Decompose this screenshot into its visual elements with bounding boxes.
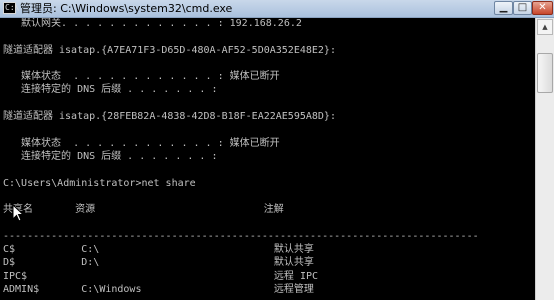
console-line: 隧道适配器 isatap.{28FEB82A-4838-42D8-B18F-EA…: [3, 111, 336, 123]
vertical-scrollbar[interactable]: ▲: [535, 18, 554, 300]
share-table-row: IPC$ 远程 IPC: [3, 270, 319, 282]
scroll-thumb[interactable]: [537, 53, 553, 93]
title-bar[interactable]: C:\ 管理员: C:\Windows\system32\cmd.exe ▁ □…: [0, 0, 554, 18]
console-line: 连接特定的 DNS 后缀 . . . . . . . :: [3, 84, 218, 96]
share-table-header: 共享名 资源 注解: [3, 204, 284, 216]
console-line: 媒体状态 . . . . . . . . . . . . : 媒体已断开: [3, 71, 280, 83]
console-line: 媒体状态 . . . . . . . . . . . . : 媒体已断开: [3, 137, 280, 149]
share-table-row: D$ D:\ 默认共享: [3, 257, 314, 269]
arrow-up-icon: ▲: [542, 23, 548, 31]
window-title: 管理员: C:\Windows\system32\cmd.exe: [20, 2, 233, 15]
maximize-button[interactable]: □: [513, 1, 532, 15]
scroll-up-button[interactable]: ▲: [537, 19, 553, 35]
prompt-line: C:\Users\Administrator>net share: [3, 177, 196, 189]
share-table-divider: ----------------------------------------…: [3, 230, 479, 242]
console-text: 默认网关. . . . . . . . . . . . . : 192.168.…: [3, 18, 479, 296]
close-button[interactable]: ✕: [532, 1, 553, 15]
console-line: 连接特定的 DNS 后缀 . . . . . . . :: [3, 150, 218, 162]
share-table-row: ADMIN$ C:\Windows 远程管理: [3, 283, 314, 295]
cmd-window: C:\ 管理员: C:\Windows\system32\cmd.exe ▁ □…: [0, 0, 554, 300]
maximize-icon: □: [517, 2, 528, 13]
cmd-icon-text: C:\: [5, 3, 20, 12]
minimize-icon: ▁: [499, 2, 508, 13]
minimize-button[interactable]: ▁: [494, 1, 513, 15]
console-line: 隧道适配器 isatap.{A7EA71F3-D65D-480A-AF52-5D…: [3, 44, 336, 56]
console-line: 默认网关. . . . . . . . . . . . . : 192.168.…: [3, 18, 302, 29]
mouse-pointer-icon: [12, 204, 24, 222]
close-icon: ✕: [538, 2, 547, 13]
share-table-row: C$ C:\ 默认共享: [3, 244, 314, 256]
console-output[interactable]: 默认网关. . . . . . . . . . . . . : 192.168.…: [0, 18, 535, 300]
cmd-icon[interactable]: C:\: [3, 2, 20, 14]
